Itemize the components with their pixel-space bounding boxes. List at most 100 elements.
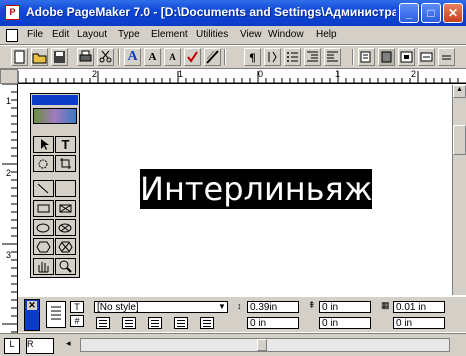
chevron-down-icon[interactable]: ▼ <box>217 302 227 312</box>
pointer-tool-icon[interactable] <box>33 136 54 153</box>
fill-stroke-icon[interactable] <box>204 48 221 66</box>
menu-bar: File Edit Layout Type Element Utilities … <box>0 26 466 45</box>
save-disk-icon[interactable] <box>51 48 68 66</box>
crop-tool-icon[interactable] <box>55 155 76 172</box>
page-left-icon[interactable]: L <box>4 338 20 354</box>
document-icon[interactable] <box>6 29 18 42</box>
text-tool-icon[interactable]: T <box>55 136 76 153</box>
character-view-icon[interactable] <box>46 301 66 328</box>
vertical-scrollbar[interactable]: ▲ <box>452 85 466 295</box>
menu-view[interactable]: View <box>240 29 262 40</box>
menu-type[interactable]: Type <box>118 29 140 40</box>
align-center-button[interactable] <box>122 317 136 329</box>
open-folder-icon[interactable] <box>31 48 48 66</box>
zoom-tool-icon[interactable] <box>55 258 76 275</box>
scroll-left-arrow-icon[interactable]: ◂ <box>66 338 75 352</box>
left-indent-field[interactable]: 0 in <box>247 317 299 329</box>
ruler-label: 1 <box>335 69 341 79</box>
font-icon[interactable]: A <box>124 48 141 66</box>
menu-layout[interactable]: Layout <box>77 29 107 40</box>
subscript-icon[interactable]: A <box>164 48 181 66</box>
cut-icon[interactable] <box>97 48 114 66</box>
polygon-frame-tool-icon[interactable] <box>55 238 76 255</box>
align-left-button[interactable] <box>96 317 110 329</box>
main-toolbar: A A A ¶ <box>0 46 466 69</box>
page-right-icon[interactable]: R <box>26 338 54 354</box>
superscript-icon[interactable]: A <box>144 48 161 66</box>
align-to-grid-field[interactable]: 0 in <box>393 317 445 329</box>
space-after-field[interactable]: 0 in <box>319 317 371 329</box>
decrease-indent-icon[interactable] <box>304 48 321 66</box>
increase-indent-icon[interactable] <box>324 48 341 66</box>
polygon-tool-icon[interactable] <box>33 238 54 255</box>
title-bar[interactable]: P Adobe PageMaker 7.0 - [D:\Documents an… <box>0 0 466 26</box>
menu-help[interactable]: Help <box>316 29 337 40</box>
menu-file[interactable]: File <box>27 29 43 40</box>
style-select[interactable]: [No style] <box>94 301 228 313</box>
ellipse-frame-tool-icon[interactable] <box>55 219 76 236</box>
indent-tab-icon[interactable] <box>264 48 281 66</box>
maximize-button[interactable]: □ <box>421 3 441 23</box>
minimize-button[interactable]: _ <box>399 3 419 23</box>
align-right-button[interactable] <box>148 317 162 329</box>
close-icon[interactable]: ✕ <box>27 301 37 310</box>
rectangle-tool-icon[interactable] <box>33 200 54 217</box>
grid-size-icon: ▦ <box>381 300 390 310</box>
selected-heading-text[interactable]: Интерлиньяж <box>140 169 372 209</box>
leading-field[interactable]: 0.39in <box>247 301 299 313</box>
styles-palette-icon[interactable] <box>358 48 375 66</box>
colors-palette-icon[interactable] <box>378 48 395 66</box>
toolbar-separator <box>118 49 120 65</box>
menu-element[interactable]: Element <box>151 29 188 40</box>
menu-window[interactable]: Window <box>268 29 304 40</box>
window-title: Adobe PageMaker 7.0 - [D:\Documents and … <box>26 5 396 19</box>
toolbox-palette: T <box>30 93 80 278</box>
toolbox-image-preview <box>33 108 77 124</box>
ruler-label: 0 <box>258 69 264 79</box>
ellipse-tool-icon[interactable] <box>33 219 54 236</box>
h-scroll-thumb[interactable] <box>257 339 267 351</box>
new-document-icon[interactable] <box>11 48 28 66</box>
ruler-label: 2 <box>411 69 417 79</box>
justify-button[interactable] <box>174 317 188 329</box>
toolbar-separator <box>224 49 226 65</box>
horizontal-ruler[interactable]: 2 1 0 1 2 <box>17 69 466 84</box>
page-navigation-bar: L R ◂ <box>0 333 466 356</box>
page-label: R <box>27 339 34 349</box>
bullets-icon[interactable] <box>284 48 301 66</box>
ruler-label: 2 <box>6 168 12 178</box>
line-tool-icon[interactable] <box>33 180 54 197</box>
ruler-label: 2 <box>92 69 98 79</box>
horizontal-scrollbar[interactable] <box>80 338 450 352</box>
rectangle-frame-tool-icon[interactable] <box>55 200 76 217</box>
ruler-label: 1 <box>6 96 12 106</box>
scroll-up-arrow-icon[interactable]: ▲ <box>453 85 466 98</box>
menu-utilities[interactable]: Utilities <box>196 29 228 40</box>
master-page-icon[interactable] <box>398 48 415 66</box>
space-before-field[interactable]: 0 in <box>319 301 371 313</box>
ruler-label: 3 <box>6 250 12 260</box>
vertical-ruler[interactable]: 1 2 3 <box>0 83 18 344</box>
spelling-check-icon[interactable] <box>184 48 201 66</box>
rotate-tool-icon[interactable] <box>33 155 54 172</box>
hand-tool-icon[interactable] <box>33 258 54 275</box>
ruler-origin-corner[interactable] <box>0 69 18 84</box>
close-button[interactable]: ✕ <box>443 3 463 23</box>
print-icon[interactable] <box>77 48 94 66</box>
layers-icon[interactable] <box>418 48 435 66</box>
paragraph-view-icon[interactable]: T <box>70 301 84 313</box>
control-palette: ✕ T # [No style] ▼ ↕ 0.39in 0 in ⇞ 0 in … <box>18 296 466 332</box>
paragraph-icon[interactable]: ¶ <box>244 48 261 66</box>
toolbox-titlebar[interactable] <box>32 95 78 105</box>
menu-edit[interactable]: Edit <box>52 29 69 40</box>
space-before-icon: ⇞ <box>308 300 316 310</box>
grid-view-icon[interactable]: # <box>70 315 84 327</box>
toolbar-separator <box>352 49 354 65</box>
constrained-line-tool-icon[interactable] <box>55 180 76 197</box>
pagemaker-app-icon[interactable]: P <box>5 5 20 20</box>
force-justify-button[interactable] <box>200 317 214 329</box>
grid-size-field[interactable]: 0.01 in <box>393 301 445 313</box>
scroll-thumb[interactable] <box>453 125 466 155</box>
leading-icon: ↕ <box>237 301 242 311</box>
toolbar-more-icon[interactable] <box>438 48 455 66</box>
